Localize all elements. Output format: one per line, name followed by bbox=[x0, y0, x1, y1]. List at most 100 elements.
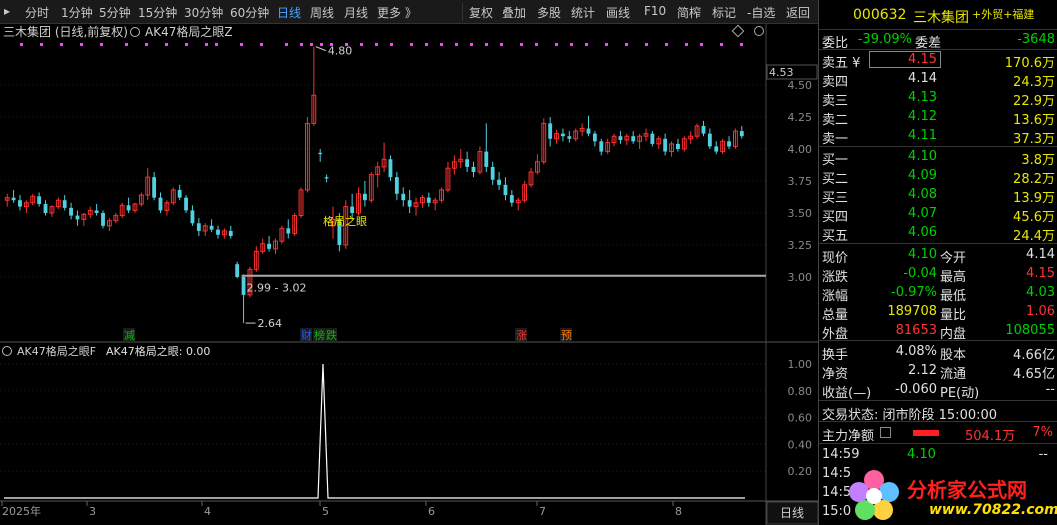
sub-price-tick: 0.20 bbox=[788, 465, 813, 478]
signal-dot bbox=[555, 43, 558, 46]
brief-button[interactable]: 简榨 bbox=[677, 4, 701, 21]
fund-value: -- bbox=[1045, 382, 1055, 397]
tab-monthly[interactable]: 月线 bbox=[344, 4, 368, 21]
signal-dot bbox=[625, 43, 628, 46]
date-tick: 4 bbox=[204, 505, 211, 518]
price-tick: 3.25 bbox=[788, 239, 813, 252]
kline-chart-area[interactable]: 三木集团 (日线,前复权) AK47格局之眼Z 4.50 4.25 4.00 3.75 3.… bbox=[0, 24, 818, 525]
weibi-value: -39.09% bbox=[857, 32, 912, 47]
divider bbox=[819, 29, 1057, 30]
candle-body bbox=[11, 197, 16, 201]
stat-value: -0.97% bbox=[891, 285, 937, 300]
stat-value: 4.03 bbox=[1026, 285, 1055, 300]
tab-15min[interactable]: 15分钟 bbox=[138, 4, 177, 21]
candle-body bbox=[618, 136, 623, 141]
stat-value: 189708 bbox=[887, 304, 937, 319]
tab-5min[interactable]: 5分钟 bbox=[99, 4, 131, 21]
stat-label: 涨跌 bbox=[822, 270, 849, 285]
tab-60min[interactable]: 60分钟 bbox=[230, 4, 269, 21]
signal-dot bbox=[20, 43, 23, 46]
overlay-button[interactable]: 叠加 bbox=[502, 4, 526, 21]
candle-body bbox=[586, 128, 591, 134]
signal-dot bbox=[60, 43, 63, 46]
bid-volume: 24.4万 bbox=[1013, 229, 1055, 244]
stats-button[interactable]: 统计 bbox=[571, 4, 595, 21]
signal-dot bbox=[310, 43, 313, 46]
tab-fenshi[interactable]: 分时 bbox=[25, 4, 49, 21]
date-tick: 2025年 bbox=[2, 504, 41, 518]
stat-value: 108055 bbox=[1005, 323, 1055, 338]
bid-volume: 3.8万 bbox=[1021, 153, 1055, 168]
bid-label: 买四 bbox=[822, 210, 849, 225]
high-label: 4.80 bbox=[328, 45, 353, 58]
tab-daily[interactable]: 日线 bbox=[277, 4, 301, 21]
remove-watchlist-button[interactable]: -自选 bbox=[747, 4, 775, 21]
candle-body bbox=[228, 230, 233, 237]
candle-body bbox=[714, 146, 719, 152]
candle-body bbox=[548, 123, 553, 139]
ask-price: 4.15 bbox=[869, 51, 941, 68]
signal-dot bbox=[165, 43, 168, 46]
stat-label: 现价 bbox=[822, 251, 849, 266]
sub-price-tick: 1.00 bbox=[788, 358, 813, 371]
draw-line-button[interactable]: 画线 bbox=[606, 4, 630, 21]
signal-dot bbox=[740, 43, 743, 46]
tab-more[interactable]: 更多 》 bbox=[377, 4, 417, 21]
tab-30min[interactable]: 30分钟 bbox=[184, 4, 223, 21]
ask-price: 4.14 bbox=[908, 71, 937, 86]
ask-label: 卖三 bbox=[822, 94, 849, 109]
tick-price: 4.10 bbox=[907, 447, 936, 462]
price-tick: 4.50 bbox=[788, 79, 813, 92]
ask-volume: 170.6万 bbox=[1004, 56, 1055, 71]
flower-logo-icon bbox=[849, 470, 899, 520]
diamond-icon bbox=[731, 24, 745, 38]
candle-body bbox=[663, 138, 668, 152]
stock-name: 三木集团 bbox=[913, 10, 969, 26]
candle-body bbox=[190, 210, 195, 224]
mark-button[interactable]: 标记 bbox=[712, 4, 736, 21]
candle-body bbox=[126, 205, 131, 211]
stock-code: 000632 bbox=[853, 7, 907, 23]
marker-text: 跌 bbox=[326, 328, 337, 342]
marker-text: 财 bbox=[301, 328, 312, 342]
divider bbox=[819, 400, 1057, 401]
f10-button[interactable]: F10 bbox=[644, 4, 666, 18]
divider bbox=[819, 146, 1057, 147]
candle-body bbox=[407, 200, 412, 207]
main-flow-row[interactable]: 主力净额 504.1万 7% bbox=[819, 424, 1057, 444]
price-tick: 3.75 bbox=[788, 175, 813, 188]
bid-level: 买五 4.06 24.4万 bbox=[819, 224, 1057, 244]
back-button[interactable]: 返回 bbox=[786, 4, 810, 21]
signal-dot bbox=[205, 43, 208, 46]
bid-label: 买二 bbox=[822, 172, 849, 187]
trade-status: 交易状态: 闭市阶段 15:00:00 bbox=[819, 403, 1057, 423]
menu-arrow-icon[interactable]: ▸ bbox=[4, 4, 10, 18]
tab-weekly[interactable]: 周线 bbox=[310, 4, 334, 21]
tab-1min[interactable]: 1分钟 bbox=[61, 4, 93, 21]
candle-body bbox=[350, 206, 355, 213]
fuquan-button[interactable]: 复权 bbox=[469, 4, 493, 21]
ask-level: 卖五 ¥ 4.15 170.6万 bbox=[819, 51, 1057, 71]
candle-body bbox=[267, 243, 272, 249]
bid-level: 买四 4.07 45.6万 bbox=[819, 205, 1057, 225]
candle-body bbox=[75, 215, 80, 220]
stat-label: 总量 bbox=[822, 308, 849, 323]
stats-row: 总量 189708 量比 1.06 bbox=[819, 303, 1057, 323]
signal-dot bbox=[455, 43, 458, 46]
weicha-value: -3648 bbox=[1017, 32, 1055, 47]
signal-dot bbox=[260, 43, 263, 46]
fund-value: 2.12 bbox=[908, 363, 937, 378]
candle-body bbox=[235, 264, 240, 277]
signal-dot bbox=[100, 43, 103, 46]
ask-label: 卖五 ¥ bbox=[822, 56, 861, 71]
date-tick: 5 bbox=[322, 505, 329, 518]
kline-chart-svg[interactable]: 三木集团 (日线,前复权) AK47格局之眼Z 4.50 4.25 4.00 3.75 3.… bbox=[0, 24, 818, 525]
multi-stock-button[interactable]: 多股 bbox=[537, 4, 561, 21]
sub-price-tick: 0.80 bbox=[788, 385, 813, 398]
ask-price: 4.12 bbox=[908, 109, 937, 124]
list-icon[interactable] bbox=[880, 427, 891, 438]
bid-price: 4.09 bbox=[908, 168, 937, 183]
tick-time: 14:59 bbox=[822, 447, 860, 462]
fund-label: PE(动) bbox=[940, 386, 980, 401]
fund-label: 换手 bbox=[822, 348, 849, 363]
